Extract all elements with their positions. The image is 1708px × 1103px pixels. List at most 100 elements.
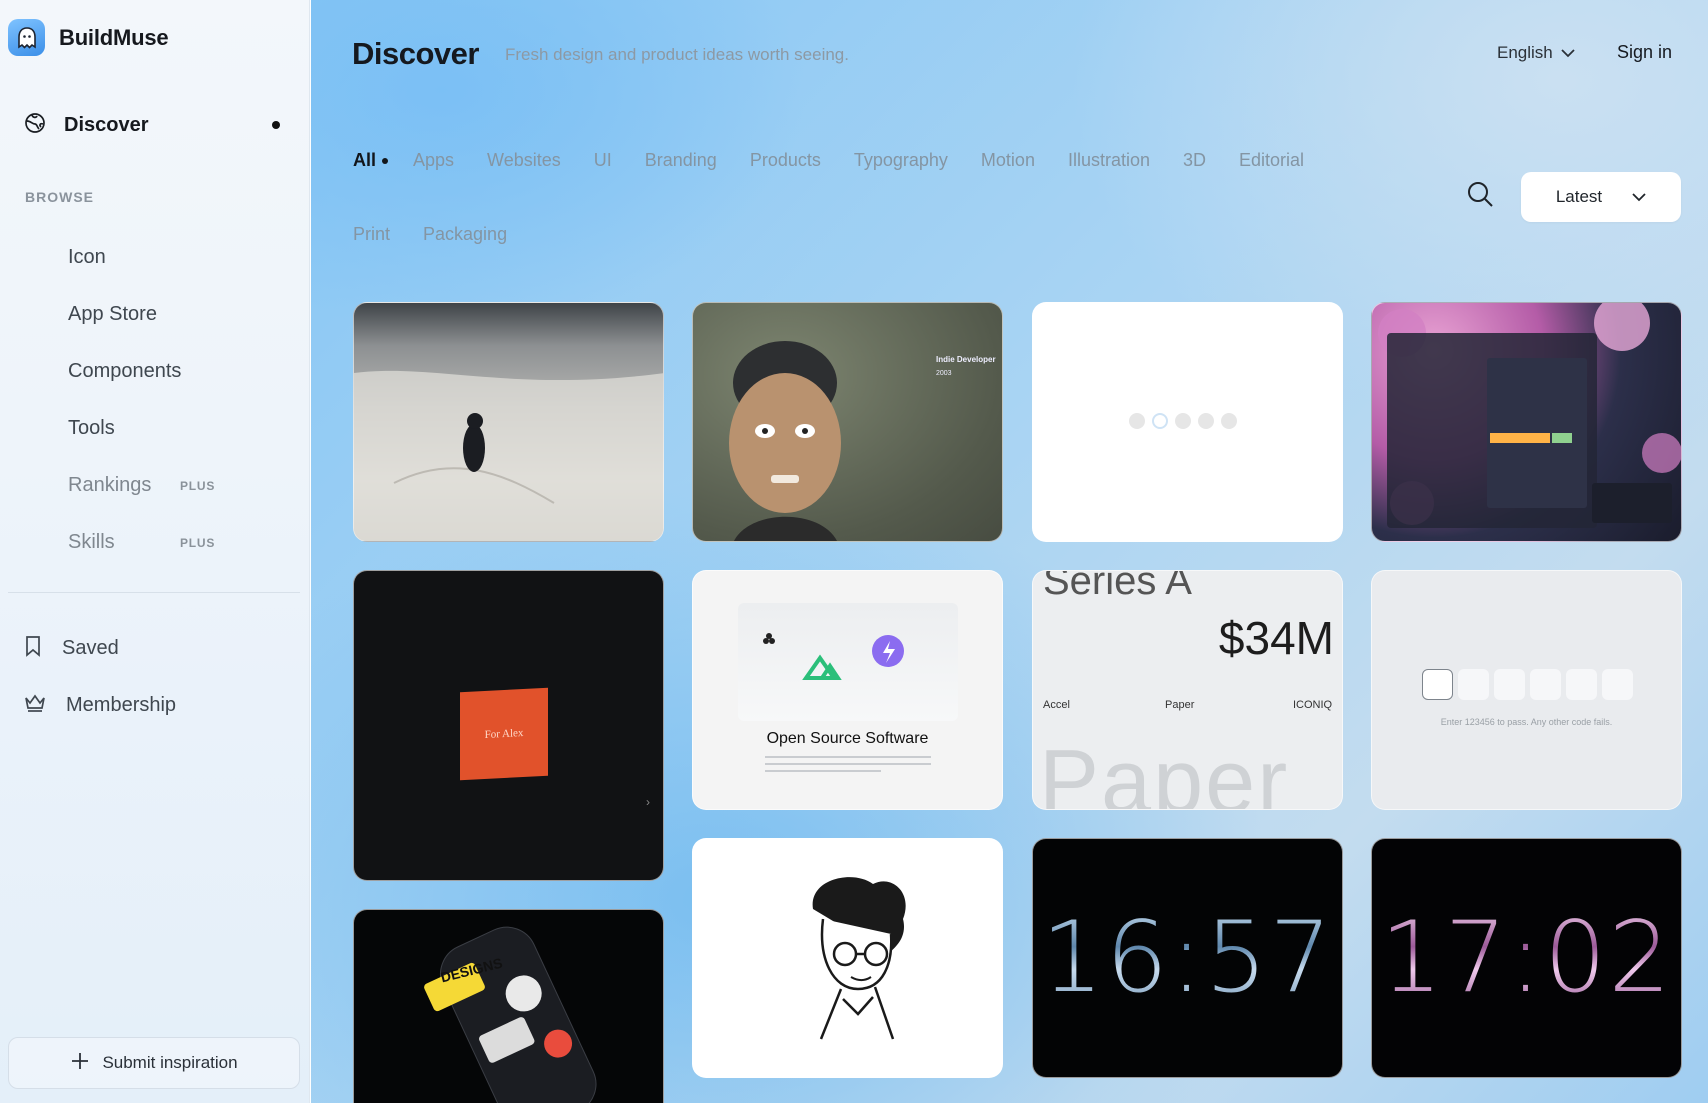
- language-select[interactable]: English: [1497, 43, 1575, 63]
- browse-list: Icon App Store Components Tools Rankings…: [68, 229, 268, 571]
- oss-description: [765, 756, 931, 777]
- chevron-down-icon: [1632, 187, 1646, 207]
- sidebar-item-label: Components: [68, 360, 182, 382]
- sticker-can-image: [424, 926, 597, 1103]
- tab-typography[interactable]: Typography: [854, 147, 948, 173]
- sidebar-item-rankings[interactable]: Rankings PLUS: [68, 457, 268, 514]
- sidebar-item-label: Rankings: [68, 474, 152, 496]
- otp-digit[interactable]: [1422, 669, 1453, 700]
- inspiration-card[interactable]: Series A $34M Accel Paper ICONIQ Paper: [1032, 570, 1343, 810]
- sidebar-item-label: Skills: [68, 531, 115, 553]
- otp-hint: Enter 123456 to pass. Any other code fai…: [1440, 717, 1613, 727]
- inspiration-card[interactable]: [692, 838, 1003, 1078]
- plus-badge: PLUS: [180, 535, 216, 550]
- page-title: Discover: [352, 36, 479, 71]
- sidebar-item-label: App Store: [68, 303, 157, 325]
- snow-hiker-image: [354, 370, 663, 541]
- ghost-logo-icon: [8, 19, 45, 56]
- sidebar-item-components[interactable]: Components: [68, 343, 268, 400]
- sidebar-item-label: Icon: [68, 246, 106, 268]
- otp-digit[interactable]: [1494, 669, 1525, 700]
- sidebar-item-discover[interactable]: Discover: [24, 108, 280, 142]
- tab-3d[interactable]: 3D: [1183, 147, 1206, 173]
- sidebar-item-tools[interactable]: Tools: [68, 400, 268, 457]
- tab-apps[interactable]: Apps: [413, 147, 454, 173]
- inspiration-card[interactable]: DESIGNS: [353, 909, 664, 1103]
- oss-logos: [763, 633, 904, 680]
- chevron-right-icon: ›: [646, 795, 650, 809]
- clock-display: 17:02: [1372, 901, 1681, 1015]
- tab-products[interactable]: Products: [750, 147, 821, 173]
- active-indicator: [272, 121, 280, 129]
- sidebar-item-app-store[interactable]: App Store: [68, 286, 268, 343]
- clock-display: 16:57: [1033, 901, 1342, 1015]
- sidebar-item-membership[interactable]: Membership: [24, 688, 264, 722]
- inspiration-card[interactable]: Indie Developer 2003: [692, 302, 1003, 542]
- card-tag: Indie Developer: [936, 355, 996, 364]
- inspiration-card[interactable]: 16:57: [1032, 838, 1343, 1078]
- tab-packaging[interactable]: Packaging: [423, 221, 507, 247]
- brand[interactable]: BuildMuse: [8, 19, 169, 56]
- loader-dots: [1129, 413, 1237, 429]
- sidebar-divider: [8, 592, 300, 593]
- tab-print[interactable]: Print: [353, 221, 390, 247]
- tab-motion[interactable]: Motion: [981, 147, 1035, 173]
- main-content: Discover Fresh design and product ideas …: [311, 0, 1708, 1103]
- brand-name: BuildMuse: [59, 24, 169, 50]
- category-tabs: All Apps Websites UI Branding Products T…: [353, 147, 1363, 247]
- envelope-text: For Alex: [484, 726, 524, 742]
- otp-digit[interactable]: [1530, 669, 1561, 700]
- search-button[interactable]: [1465, 181, 1495, 211]
- paper-wordmark: Paper: [1039, 732, 1290, 810]
- sidebar-item-label: Saved: [62, 636, 119, 659]
- sidebar: BuildMuse Discover BROWSE Icon App Store…: [0, 0, 310, 1103]
- series-headline: Series A: [1043, 570, 1192, 603]
- language-label: English: [1497, 43, 1553, 62]
- blossom-desktop-image: [1378, 303, 1681, 528]
- sidebar-item-saved[interactable]: Saved: [24, 631, 264, 665]
- company-label: Paper: [1165, 699, 1195, 711]
- sort-select[interactable]: Latest: [1521, 172, 1681, 222]
- sidebar-item-icon[interactable]: Icon: [68, 229, 268, 286]
- inspiration-card[interactable]: Open Source Software: [692, 570, 1003, 810]
- page-subtitle: Fresh design and product ideas worth see…: [505, 45, 849, 64]
- investor-label: ICONIQ: [1293, 699, 1333, 711]
- submit-inspiration-button[interactable]: Submit inspiration: [8, 1037, 300, 1089]
- plus-icon: [70, 1051, 90, 1076]
- sort-label: Latest: [1555, 187, 1603, 206]
- otp-digit[interactable]: [1602, 669, 1633, 700]
- investor-label: Accel: [1043, 699, 1070, 711]
- browse-heading: BROWSE: [25, 189, 94, 205]
- sidebar-item-label: Membership: [66, 693, 177, 716]
- tab-editorial[interactable]: Editorial: [1239, 147, 1304, 173]
- sidebar-item-skills[interactable]: Skills PLUS: [68, 514, 268, 571]
- search-icon: [1466, 180, 1494, 213]
- inspiration-card[interactable]: 17:02: [1371, 838, 1682, 1078]
- plus-badge: PLUS: [180, 478, 216, 493]
- otp-digit[interactable]: [1458, 669, 1489, 700]
- sidebar-item-label: Discover: [64, 113, 149, 136]
- sign-in-link[interactable]: Sign in: [1617, 42, 1672, 63]
- inspiration-card[interactable]: [1371, 302, 1682, 542]
- bookmark-icon: [24, 635, 42, 662]
- submit-label: Submit inspiration: [102, 1053, 238, 1072]
- sidebar-item-label: Tools: [68, 417, 115, 439]
- tab-websites[interactable]: Websites: [487, 147, 561, 173]
- oss-hero-frame: [738, 603, 958, 721]
- tab-all[interactable]: All: [353, 147, 389, 173]
- illustrated-avatar-image: [812, 877, 906, 1040]
- crown-icon: [24, 693, 46, 718]
- card-tag-sub: 2003: [936, 370, 952, 377]
- otp-digit[interactable]: [1566, 669, 1597, 700]
- chevron-down-icon: [1561, 43, 1575, 63]
- otp-input[interactable]: [1422, 669, 1633, 700]
- inspiration-card[interactable]: [1032, 302, 1343, 542]
- tab-ui[interactable]: UI: [594, 147, 612, 173]
- character-face-image: [729, 341, 841, 541]
- inspiration-card[interactable]: For Alex ›: [353, 570, 664, 881]
- inspiration-card[interactable]: [353, 302, 664, 542]
- tab-branding[interactable]: Branding: [645, 147, 717, 173]
- inspiration-card[interactable]: Enter 123456 to pass. Any other code fai…: [1371, 570, 1682, 810]
- envelope-graphic: For Alex: [460, 687, 548, 781]
- tab-illustration[interactable]: Illustration: [1068, 147, 1150, 173]
